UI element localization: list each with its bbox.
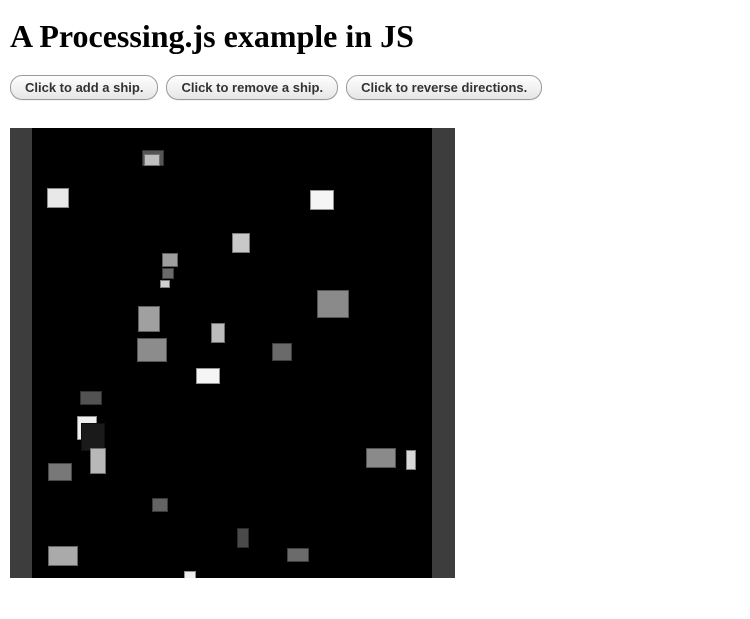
ship (160, 280, 170, 288)
ship (47, 188, 69, 208)
ship (310, 190, 334, 210)
ship (144, 154, 160, 166)
ship (232, 233, 250, 253)
ship (138, 306, 160, 332)
button-row: Click to add a ship. Click to remove a s… (10, 75, 740, 100)
ship (366, 448, 396, 468)
ship (81, 423, 105, 451)
ship (196, 368, 220, 384)
ship (272, 343, 292, 361)
ship (162, 253, 178, 267)
remove-ship-button[interactable]: Click to remove a ship. (166, 75, 338, 100)
ship (162, 268, 174, 279)
canvas-inner (32, 128, 432, 578)
ship (90, 448, 106, 474)
add-ship-button[interactable]: Click to add a ship. (10, 75, 158, 100)
ship (48, 463, 72, 481)
ship (211, 323, 225, 343)
ship (237, 528, 249, 548)
reverse-directions-button[interactable]: Click to reverse directions. (346, 75, 542, 100)
processing-canvas[interactable] (10, 128, 455, 578)
ship (137, 338, 167, 362)
ship (406, 450, 416, 470)
ship (48, 546, 78, 566)
ship (80, 391, 102, 405)
page-title: A Processing.js example in JS (10, 18, 740, 55)
ship (317, 290, 349, 318)
ship (184, 571, 196, 578)
ship (287, 548, 309, 562)
ship (152, 498, 168, 512)
